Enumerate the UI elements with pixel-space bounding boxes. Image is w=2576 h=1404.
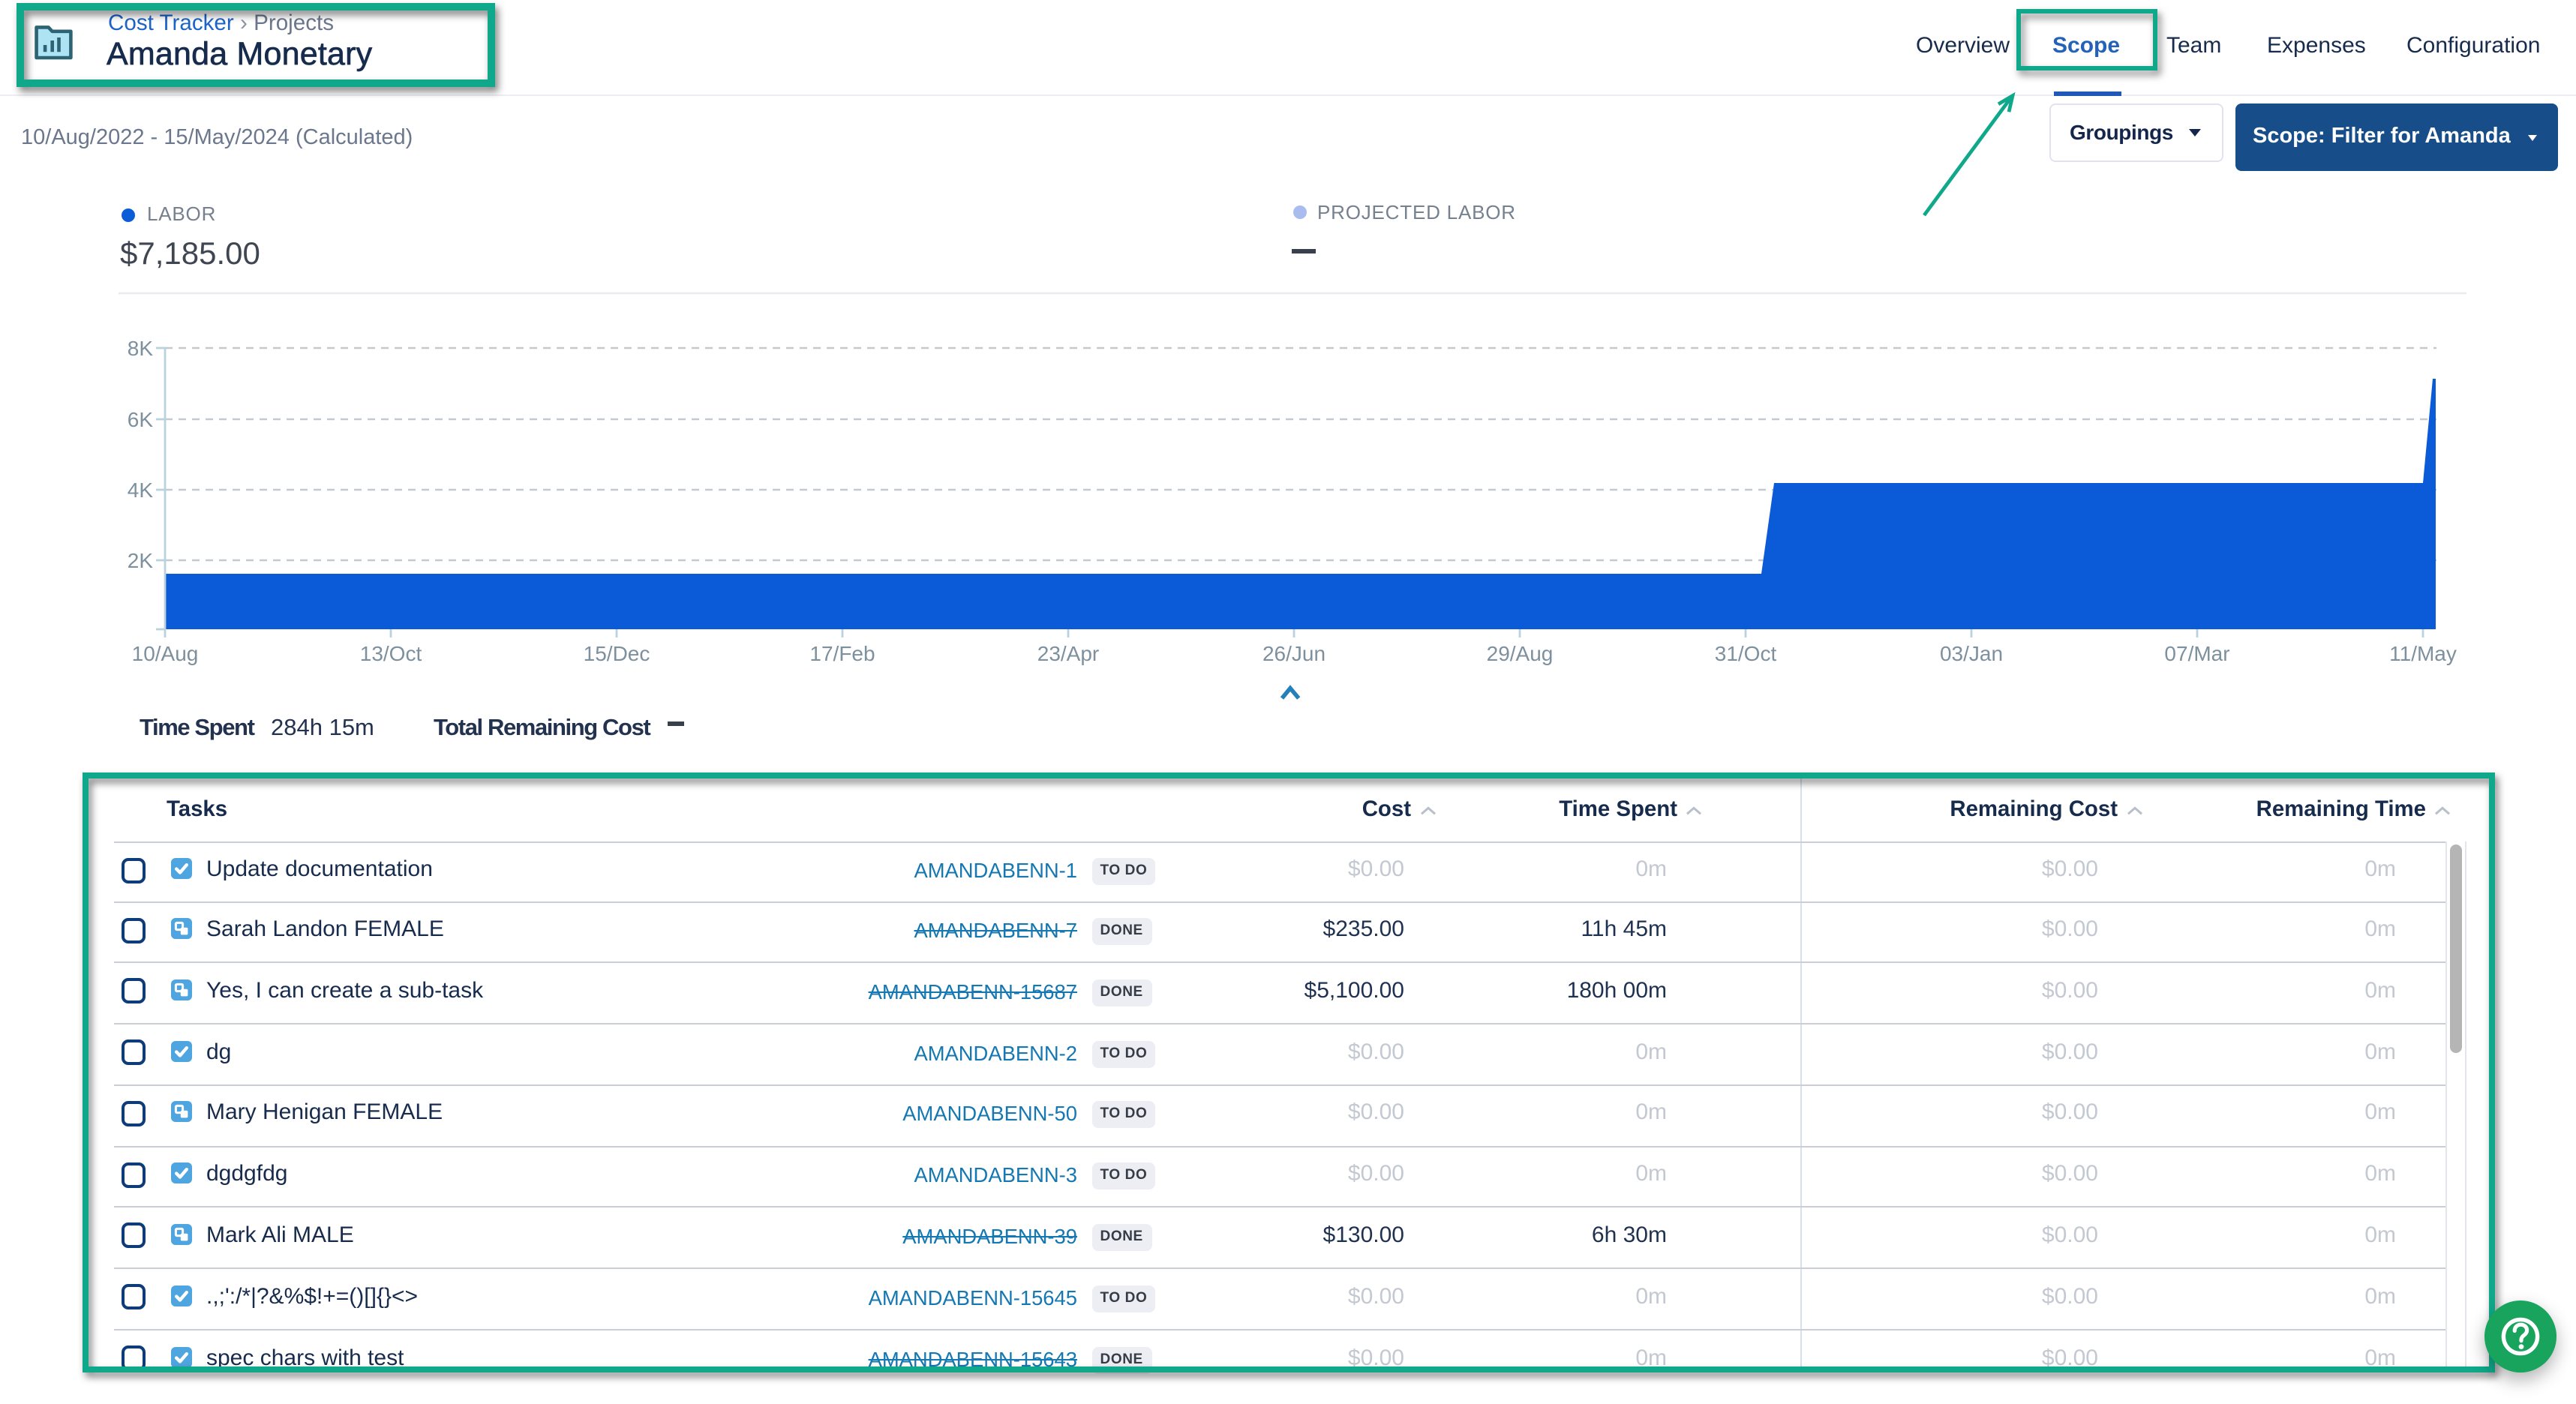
svg-text:10/Aug: 10/Aug — [132, 642, 199, 665]
svg-text:2K: 2K — [128, 549, 154, 572]
svg-text:26/Jun: 26/Jun — [1262, 642, 1326, 665]
svg-text:29/Aug: 29/Aug — [1487, 642, 1554, 665]
svg-text:4K: 4K — [128, 478, 154, 502]
svg-text:6K: 6K — [128, 408, 154, 431]
svg-text:03/Jan: 03/Jan — [1940, 642, 2003, 665]
svg-text:11/May: 11/May — [2389, 642, 2457, 665]
svg-text:23/Apr: 23/Apr — [1037, 642, 1100, 665]
svg-text:13/Oct: 13/Oct — [360, 642, 422, 665]
svg-text:07/Mar: 07/Mar — [2164, 642, 2229, 665]
svg-text:15/Dec: 15/Dec — [584, 642, 650, 665]
svg-text:17/Feb: 17/Feb — [809, 642, 875, 665]
svg-text:8K: 8K — [128, 337, 154, 360]
svg-text:31/Oct: 31/Oct — [1715, 642, 1777, 665]
